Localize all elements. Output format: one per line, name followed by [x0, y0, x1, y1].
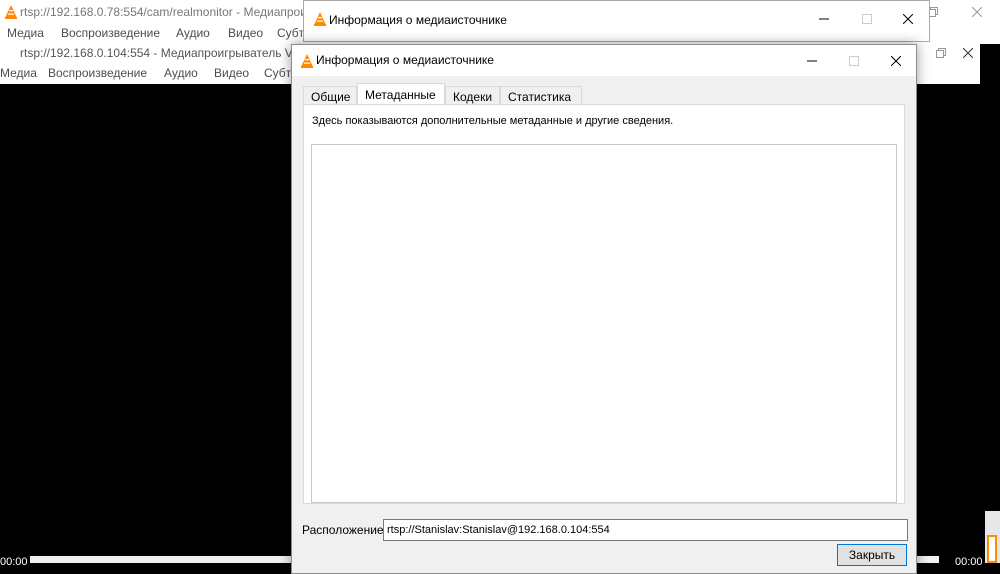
location-field[interactable]: rtsp://Stanislav:Stanislav@192.168.0.104…	[383, 519, 908, 541]
tab-metadata-label: Метаданные	[365, 88, 436, 102]
window-title: rtsp://192.168.0.104:554 - Медиапроигрыв…	[20, 46, 309, 60]
seek-bar[interactable]	[30, 556, 292, 563]
menu-video[interactable]: Видео	[214, 66, 249, 80]
maximize-icon	[862, 14, 872, 24]
dialog-title: Информация о медиаисточнике	[316, 53, 494, 67]
tab-statistics-label: Статистика	[508, 90, 572, 104]
window-title: Информация о медиаисточнике	[329, 13, 507, 27]
close-icon	[963, 48, 973, 58]
menu-media[interactable]: Медиа	[0, 66, 37, 80]
tab-metadata[interactable]: Метаданные	[357, 83, 445, 105]
media-info-dialog: Информация о медиаисточнике Общие Метада…	[291, 44, 917, 574]
metadata-text-area[interactable]	[311, 144, 897, 503]
dialog-title-bar: Информация о медиаисточнике	[292, 45, 916, 76]
tab-codecs[interactable]: Кодеки	[445, 86, 500, 105]
menu-playback[interactable]: Воспроизведение	[48, 66, 147, 80]
info-dialog-back: Информация о медиаисточнике	[303, 0, 930, 42]
tab-statistics[interactable]: Статистика	[500, 86, 582, 105]
minimize-button[interactable]	[789, 45, 835, 76]
menu-audio[interactable]: Аудио	[176, 26, 210, 40]
tab-general-label: Общие	[311, 90, 351, 104]
maximize-button[interactable]	[831, 45, 877, 76]
location-label: Расположение:	[302, 523, 387, 537]
close-button[interactable]	[945, 42, 991, 64]
maximize-button[interactable]	[844, 1, 890, 37]
total-time: 00:00	[955, 556, 983, 568]
metadata-panel: Здесь показываются дополнительные метада…	[303, 104, 905, 504]
vlc-cone-icon	[301, 54, 313, 68]
menu-audio[interactable]: Аудио	[164, 66, 198, 80]
volume-slider[interactable]	[985, 511, 1000, 563]
vlc-cone-icon	[5, 5, 17, 19]
menu-media[interactable]: Медиа	[7, 26, 44, 40]
seek-bar-end	[917, 556, 939, 563]
minimize-icon	[807, 60, 817, 61]
close-button[interactable]	[954, 0, 1000, 24]
menu-video[interactable]: Видео	[228, 26, 263, 40]
vlc-cone-icon	[314, 12, 326, 26]
volume-level	[987, 535, 997, 563]
close-icon	[891, 55, 901, 66]
metadata-description: Здесь показываются дополнительные метада…	[312, 115, 674, 127]
elapsed-time: 00:00	[0, 556, 28, 568]
tab-general[interactable]: Общие	[303, 86, 357, 105]
minimize-icon	[819, 18, 829, 20]
close-button[interactable]	[873, 45, 919, 76]
tab-codecs-label: Кодеки	[453, 90, 493, 104]
maximize-icon	[849, 55, 859, 66]
close-icon	[972, 7, 982, 17]
close-button[interactable]	[885, 1, 931, 37]
minimize-button[interactable]	[801, 1, 847, 37]
menu-playback[interactable]: Воспроизведение	[61, 26, 160, 40]
close-icon	[903, 14, 913, 24]
